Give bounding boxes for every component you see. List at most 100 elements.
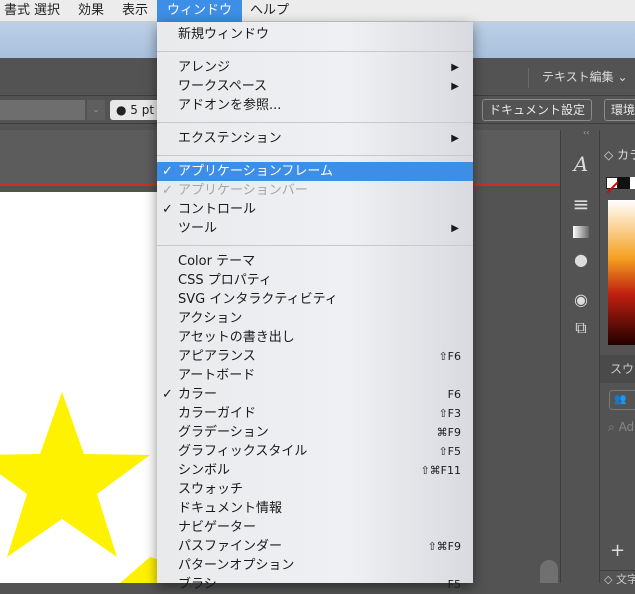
collapse-icon[interactable]: ‹‹: [583, 128, 589, 137]
submenu-arrow-icon: ▶: [451, 133, 459, 144]
menu-item-label: ナビゲーター: [178, 520, 257, 535]
menu-item-shortcut: ⇧⌘F9: [427, 540, 461, 553]
menu-view[interactable]: 表示: [112, 0, 158, 22]
search-field[interactable]: ⌕ Ad: [608, 420, 634, 435]
menu-item[interactable]: ✓ コントロール: [157, 200, 473, 219]
menu-item[interactable]: エクステンション ▶: [157, 129, 473, 148]
menu-item[interactable]: シンボル ⇧⌘F11: [157, 461, 473, 480]
menu-item[interactable]: パターンオプション: [157, 556, 473, 575]
character-icon[interactable]: A: [569, 152, 593, 176]
preferences-button[interactable]: 環境: [604, 99, 635, 121]
search-placeholder: Ad: [618, 420, 635, 434]
menu-item-label: パスファインダー: [178, 539, 283, 554]
menu-item[interactable]: アセットの書き出し: [157, 328, 473, 347]
submenu-arrow-icon: ▶: [451, 81, 459, 92]
menu-item[interactable]: ドキュメント情報: [157, 499, 473, 518]
menu-item[interactable]: Color テーマ: [157, 252, 473, 271]
menu-item[interactable]: ツール ▶: [157, 219, 473, 238]
stroke-icon[interactable]: ≡: [569, 192, 593, 216]
none-swatch[interactable]: [606, 177, 620, 194]
workspace-switcher[interactable]: テキスト編集 ⌄: [542, 68, 628, 85]
menu-item[interactable]: アレンジ ▶: [157, 58, 473, 77]
menu-item[interactable]: ナビゲーター: [157, 518, 473, 537]
appearance-icon[interactable]: ◉: [569, 288, 593, 312]
chevron-down-icon[interactable]: ⌄: [87, 100, 105, 120]
menu-item[interactable]: グラフィックスタイル ⇧F5: [157, 442, 473, 461]
menu-item[interactable]: グラデーション ⌘F9: [157, 423, 473, 442]
menu-bar: 書式 選択 効果 表示 ウィンドウ ヘルプ: [0, 0, 635, 22]
add-icon[interactable]: +: [610, 540, 625, 561]
menu-item-label: グラフィックスタイル: [178, 444, 308, 459]
menu-item-label: シンボル: [178, 463, 231, 478]
menu-item-label: グラデーション: [178, 425, 269, 440]
menu-item[interactable]: アピアランス ⇧F6: [157, 347, 473, 366]
panel-icon-dock: ‹‹ A ≡ ● ◉ ⧉: [560, 128, 600, 583]
menu-item-label: Color テーマ: [178, 254, 256, 269]
menu-item-label: アクション: [178, 311, 243, 326]
window-menu-dropdown: 新規ウィンドウ アレンジ ▶ ワークスペース ▶ アドオンを参照... エクステンション ▶ ✓…: [157, 22, 473, 592]
stroke-size-field[interactable]: ● 5 pt: [110, 100, 160, 120]
checkmark-icon: ✓: [162, 387, 173, 402]
menu-item-label: アプリケーションフレーム: [178, 164, 333, 179]
menu-item-label: ワークスペース: [178, 79, 268, 94]
menu-window[interactable]: ウィンドウ: [157, 0, 243, 22]
star-shape: [0, 392, 150, 557]
menu-item-shortcut: ⌘F9: [436, 426, 461, 439]
checkmark-icon: ✓: [162, 202, 173, 217]
menu-item[interactable]: アドオンを参照...: [157, 96, 473, 115]
menu-item-label: カラーガイド: [178, 406, 257, 421]
color-panel: ◇ カラ スウ 👥 ⌕ Ad + ◇ 文字: [600, 140, 635, 584]
menu-item[interactable]: ブラシ F5: [157, 575, 473, 594]
menu-item-label: アートボード: [178, 368, 256, 383]
scrollbar-thumb[interactable]: [540, 560, 558, 583]
menu-help[interactable]: ヘルプ: [240, 0, 299, 22]
menu-item[interactable]: ✓ カラー F6: [157, 385, 473, 404]
menu-item[interactable]: SVG インタラクティビティ: [157, 290, 473, 309]
menu-item-label: ブラシ: [178, 577, 217, 592]
stroke-size-value: 5 pt: [130, 103, 155, 117]
white-swatch[interactable]: [630, 177, 635, 189]
gradient-icon[interactable]: [569, 220, 593, 244]
transparency-icon[interactable]: ●: [569, 248, 593, 272]
menu-item-shortcut: F6: [447, 388, 461, 401]
checkmark-icon: ✓: [162, 183, 173, 198]
bottom-panel-title[interactable]: ◇ 文字: [600, 570, 635, 584]
checkmark-icon: ✓: [162, 164, 173, 179]
menu-item[interactable]: ワークスペース ▶: [157, 77, 473, 96]
menu-item[interactable]: 新規ウィンドウ: [157, 25, 473, 44]
menu-item[interactable]: スウォッチ: [157, 480, 473, 499]
document-setup-button[interactable]: ドキュメント設定: [482, 99, 593, 121]
menu-item[interactable]: ✓ アプリケーションフレーム: [157, 162, 473, 181]
menu-item[interactable]: アクション: [157, 309, 473, 328]
workspace-label: テキスト編集: [542, 70, 614, 84]
swatches-panel-title[interactable]: スウ: [600, 355, 635, 383]
menu-item-shortcut: F5: [447, 578, 461, 591]
menu-item-label: アセットの書き出し: [178, 330, 295, 345]
menu-item-label: アピアランス: [178, 349, 256, 364]
color-panel-label: カラ: [617, 148, 635, 162]
stroke-dropdown[interactable]: [0, 100, 85, 120]
menu-item[interactable]: アートボード: [157, 366, 473, 385]
menu-item[interactable]: パスファインダー ⇧⌘F9: [157, 537, 473, 556]
menu-item[interactable]: カラーガイド ⇧F3: [157, 404, 473, 423]
menu-item-label: SVG インタラクティビティ: [178, 292, 338, 307]
black-swatch[interactable]: [618, 177, 630, 189]
bottom-panel-label: 文字: [615, 573, 635, 584]
menu-separator: [157, 245, 473, 246]
menu-item-shortcut: ⇧⌘F11: [420, 464, 461, 477]
menu-item-label: ツール: [178, 221, 218, 236]
menu-item-label: アドオンを参照...: [178, 98, 282, 113]
libraries-icon[interactable]: 👥: [609, 390, 635, 410]
menu-item-shortcut: ⇧F6: [438, 350, 461, 363]
menu-item-shortcut: ⇧F5: [438, 445, 461, 458]
artboard-icon[interactable]: ⧉: [569, 316, 593, 340]
color-spectrum[interactable]: [608, 200, 635, 345]
submenu-arrow-icon: ▶: [451, 62, 459, 73]
color-panel-title[interactable]: ◇ カラ: [604, 146, 635, 163]
menu-item-label: エクステンション: [178, 131, 282, 146]
submenu-arrow-icon: ▶: [451, 223, 459, 234]
menu-item[interactable]: CSS プロパティ: [157, 271, 473, 290]
menu-effect[interactable]: 効果: [68, 0, 114, 22]
menu-select[interactable]: 選択: [24, 0, 70, 22]
chevron-down-icon: ⌄: [617, 70, 628, 84]
